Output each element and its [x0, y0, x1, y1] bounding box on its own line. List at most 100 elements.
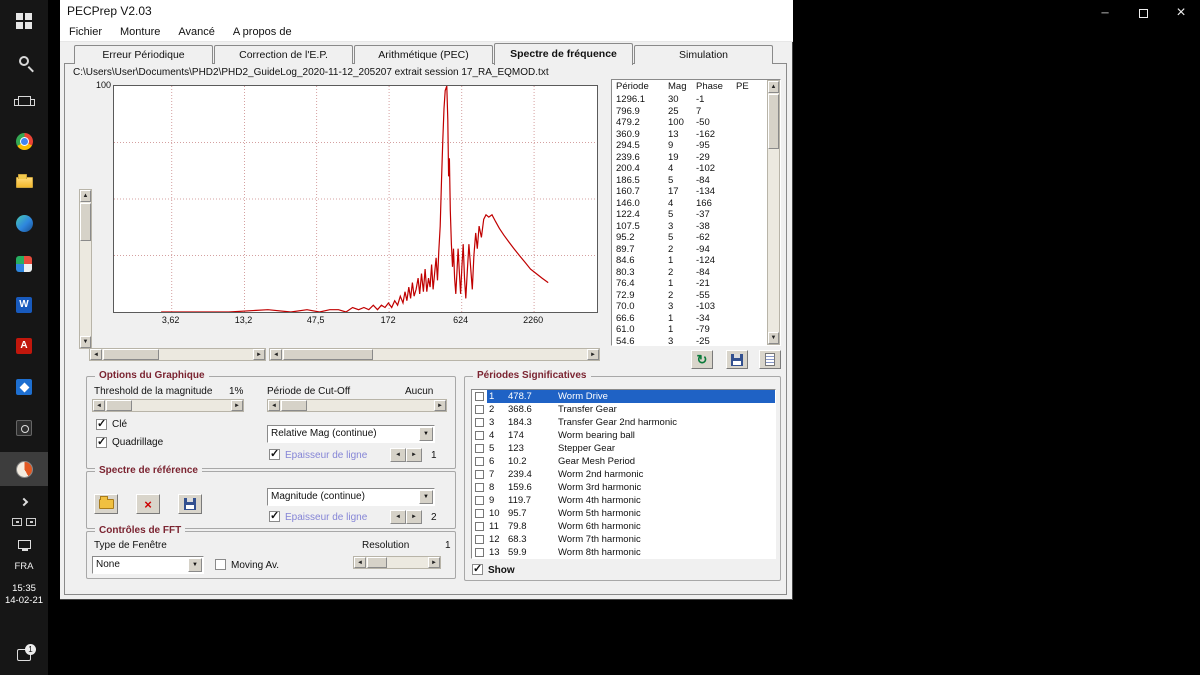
tab-erreur-p-riodique[interactable]: Erreur Périodique — [74, 45, 213, 64]
menu-fichier[interactable]: Fichier — [60, 24, 111, 40]
period-checkbox[interactable] — [475, 521, 484, 531]
period-checkbox[interactable] — [475, 443, 484, 453]
minimize-button[interactable] — [1086, 0, 1124, 26]
notification-button[interactable]: 1 — [0, 638, 48, 672]
fft-table-row[interactable]: 122.4 5 -37 — [612, 209, 767, 221]
spinner-left-arrow[interactable] — [390, 510, 406, 524]
ref-line-width-checkbox[interactable] — [269, 509, 280, 522]
scroll-right-arrow[interactable] — [587, 349, 599, 360]
slider-thumb[interactable] — [281, 400, 307, 411]
taskbar-item-word[interactable]: W — [0, 288, 48, 322]
fft-table-row[interactable]: 186.5 5 -84 — [612, 175, 767, 187]
taskbar-item-pecprep-active[interactable] — [0, 452, 48, 486]
fft-table-row[interactable]: 239.6 19 -29 — [612, 152, 767, 164]
refresh-button[interactable] — [691, 350, 713, 369]
threshold-slider[interactable] — [92, 399, 244, 412]
scrollbar-thumb[interactable] — [80, 203, 91, 241]
scroll-down-arrow[interactable] — [768, 332, 779, 344]
significant-period-row[interactable]: 9 119.7 Worm 4th harmonic — [472, 494, 775, 507]
fft-table-row[interactable]: 294.5 9 -95 — [612, 140, 767, 152]
slider-left-arrow[interactable] — [93, 400, 105, 411]
spinner-right-arrow[interactable] — [406, 448, 422, 462]
open-reference-button[interactable] — [94, 494, 118, 514]
period-checkbox[interactable] — [475, 534, 484, 544]
window-type-dropdown[interactable]: None — [92, 556, 204, 574]
scrollbar-thumb[interactable] — [103, 349, 159, 360]
scroll-up-arrow[interactable] — [768, 81, 779, 93]
fft-table-scrollbar[interactable] — [767, 80, 780, 345]
chart-hscrollbar-left[interactable] — [89, 348, 266, 361]
significant-period-row[interactable]: 3 184.3 Transfer Gear 2nd harmonic — [472, 416, 775, 429]
maximize-button[interactable] — [1124, 0, 1162, 26]
tab-simulation[interactable]: Simulation — [634, 45, 773, 64]
scroll-left-arrow[interactable] — [270, 349, 282, 360]
line-width-checkbox[interactable] — [269, 447, 280, 460]
slider-right-arrow[interactable] — [428, 557, 440, 568]
tab-correction-de-l-e-p[interactable]: Correction de l'E.P. — [214, 45, 353, 64]
save-spectrum-button[interactable] — [726, 350, 748, 369]
significant-period-row[interactable]: 11 79.8 Worm 6th harmonic — [472, 520, 775, 533]
menu-a-propos-de[interactable]: A propos de — [224, 24, 301, 40]
fft-table-row[interactable]: 54.6 3 -25 — [612, 336, 767, 345]
period-checkbox[interactable] — [475, 495, 484, 505]
taskbar-item-edge[interactable] — [0, 206, 48, 240]
cutoff-slider[interactable] — [267, 399, 447, 412]
close-button[interactable] — [1162, 0, 1200, 26]
line-width-spinner[interactable] — [390, 448, 422, 462]
show-hidden-icons-button[interactable] — [0, 492, 48, 512]
fft-table-row[interactable]: 84.6 1 -124 — [612, 255, 767, 267]
spinner-right-arrow[interactable] — [406, 510, 422, 524]
fft-table-row[interactable]: 61.0 1 -79 — [612, 324, 767, 336]
period-checkbox[interactable] — [475, 469, 484, 479]
scroll-up-arrow[interactable] — [80, 190, 91, 202]
scrollbar-thumb[interactable] — [768, 94, 779, 149]
taskbar-item-acrobat[interactable]: A — [0, 329, 48, 363]
period-checkbox[interactable] — [475, 456, 484, 466]
slider-thumb[interactable] — [106, 400, 132, 411]
significant-period-row[interactable]: 4 174 Worm bearing ball — [472, 429, 775, 442]
significant-period-row[interactable]: 2 368.6 Transfer Gear — [472, 403, 775, 416]
scroll-down-arrow[interactable] — [80, 336, 91, 348]
spinner-left-arrow[interactable] — [390, 448, 406, 462]
menu-monture[interactable]: Monture — [111, 24, 169, 40]
taskbar-clock[interactable]: 15:35 14-02-21 — [0, 580, 48, 610]
fft-table-row[interactable]: 1296.1 30 -1 — [612, 94, 767, 106]
significant-period-row[interactable]: 5 123 Stepper Gear — [472, 442, 775, 455]
fft-table-row[interactable]: 89.7 2 -94 — [612, 244, 767, 256]
fft-table-row[interactable]: 80.3 2 -84 — [612, 267, 767, 279]
fft-table-row[interactable]: 146.0 4 166 — [612, 198, 767, 210]
significant-period-row[interactable]: 1 478.7 Worm Drive — [472, 390, 775, 403]
ref-line-width-spinner[interactable] — [390, 510, 422, 524]
resolution-slider[interactable] — [353, 556, 441, 569]
title-bar[interactable]: PECPrep V2.03 — [60, 0, 793, 22]
period-checkbox[interactable] — [475, 391, 484, 401]
show-checkbox[interactable] — [472, 562, 483, 575]
fft-table-row[interactable]: 95.2 5 -62 — [612, 232, 767, 244]
fft-table-row[interactable]: 107.5 3 -38 — [612, 221, 767, 233]
moving-average-checkbox[interactable] — [215, 559, 226, 570]
language-indicator[interactable]: FRA — [0, 556, 48, 576]
fft-table-row[interactable]: 76.4 1 -21 — [612, 278, 767, 290]
period-checkbox[interactable] — [475, 417, 484, 427]
chart-vertical-scrollbar[interactable] — [79, 189, 92, 349]
taskbar-item-app[interactable] — [0, 247, 48, 281]
chevron-down-icon[interactable] — [419, 490, 433, 504]
tab-spectre-de-fr-quence[interactable]: Spectre de fréquence — [494, 43, 633, 65]
task-view-button[interactable] — [0, 84, 48, 118]
slider-right-arrow[interactable] — [434, 400, 446, 411]
period-checkbox[interactable] — [475, 482, 484, 492]
fft-table-row[interactable]: 200.4 4 -102 — [612, 163, 767, 175]
scroll-left-arrow[interactable] — [90, 349, 102, 360]
fft-table-row[interactable]: 70.0 3 -103 — [612, 301, 767, 313]
significant-period-row[interactable]: 10 95.7 Worm 5th harmonic — [472, 507, 775, 520]
slider-left-arrow[interactable] — [354, 557, 366, 568]
significant-period-row[interactable]: 13 59.9 Worm 8th harmonic — [472, 546, 775, 558]
fft-table-row[interactable]: 796.9 25 7 — [612, 106, 767, 118]
tray-icons[interactable] — [0, 512, 48, 532]
significant-period-row[interactable]: 8 159.6 Worm 3rd harmonic — [472, 481, 775, 494]
search-button[interactable] — [0, 44, 48, 78]
network-button[interactable] — [0, 534, 48, 554]
chevron-down-icon[interactable] — [419, 427, 433, 441]
start-button[interactable] — [0, 4, 48, 38]
fft-table-row[interactable]: 360.9 13 -162 — [612, 129, 767, 141]
